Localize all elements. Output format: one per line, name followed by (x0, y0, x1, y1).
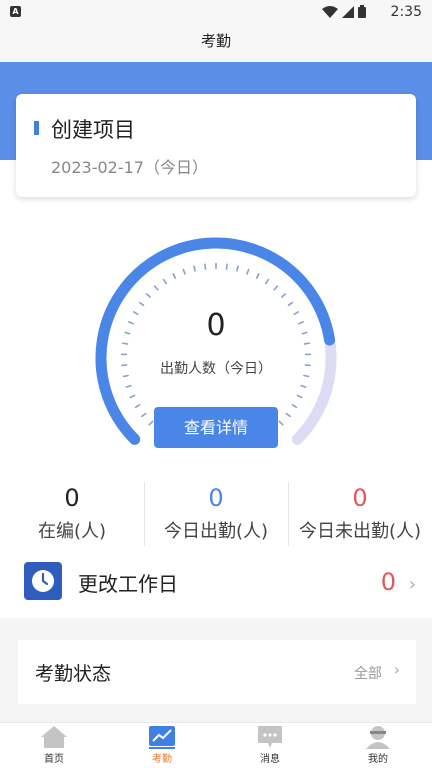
stat-enrolled[interactable]: 0 在编(人) (0, 478, 144, 550)
gauge-tick (291, 403, 298, 409)
user-icon (366, 726, 390, 749)
chevron-right-icon: › (408, 574, 416, 595)
stat-value: 0 (352, 484, 368, 512)
stat-value: 0 (208, 484, 224, 512)
project-date: 2023-02-17（今日） (51, 158, 208, 177)
gauge-tick (122, 342, 129, 345)
gauge-tick (138, 301, 145, 307)
signal-icon (342, 5, 354, 18)
tab-home[interactable]: 首页 (0, 723, 108, 768)
tab-label: 首页 (44, 754, 64, 765)
stat-value: 0 (64, 484, 80, 512)
project-name: 创建项目 (51, 118, 135, 142)
stat-label: 今日出勤(人) (163, 521, 269, 542)
gauge-tick (134, 403, 141, 409)
clock-icon (24, 562, 62, 600)
gauge-tick (300, 384, 307, 389)
status-time: 2:35 (390, 4, 422, 20)
title-bar: 考勤 (0, 24, 432, 62)
gauge-tick (172, 272, 177, 280)
battery-icon (358, 5, 366, 18)
tab-label: 消息 (260, 754, 280, 765)
attendance-count: 0 (206, 308, 226, 343)
tab-label: 考勤 (152, 754, 172, 765)
change-workday-label: 更改工作日 (78, 572, 178, 596)
gauge-tick (145, 292, 152, 299)
chart-icon (149, 726, 175, 749)
bottom-tab-bar: 首页 考勤 消息 我的 (0, 722, 432, 768)
gauge-tick (264, 278, 270, 285)
chevron-right-icon: › (393, 660, 400, 679)
gauge-tick (235, 265, 239, 272)
tab-messages[interactable]: 消息 (216, 723, 324, 768)
attendance-label: 出勤人数（今日） (160, 361, 272, 377)
gauge-tick (129, 394, 136, 399)
gauge-tick (225, 263, 228, 270)
gauge-tick (204, 263, 207, 270)
gauge-tick (193, 265, 197, 272)
gauge-tick (285, 412, 292, 418)
gauge-tick (278, 420, 284, 426)
stat-label: 今日未出勤(人) (298, 521, 422, 542)
gauge-tick (280, 292, 287, 299)
gauge-tick (140, 412, 147, 418)
gauge-tick (182, 268, 186, 275)
home-icon (41, 726, 67, 748)
gauge-tick (273, 285, 279, 291)
stats-row: 0 在编(人) 0 今日出勤(人) 0 今日未出勤(人) (0, 478, 432, 550)
gauge-tick (296, 394, 303, 399)
message-icon (258, 726, 282, 748)
page-title: 考勤 (200, 32, 231, 50)
gauge-tick (148, 420, 154, 426)
change-workday-count: 0 (380, 568, 396, 596)
wifi-icon (322, 5, 338, 18)
gauge-tick (125, 384, 132, 389)
gauge-tick (246, 268, 250, 275)
status-bar: A 2:35 (0, 0, 432, 24)
attendance-gauge: 0 出勤人数（今日） 查看详情 (90, 232, 342, 462)
attendance-status-filter[interactable]: 全部 (354, 663, 382, 683)
change-workday-row[interactable]: 更改工作日 0 › (0, 556, 432, 610)
view-details-button[interactable]: 查看详情 (154, 407, 278, 448)
project-card[interactable]: 创建项目 2023-02-17（今日） (16, 94, 416, 197)
stat-absent-today[interactable]: 0 今日未出勤(人) (288, 478, 432, 550)
gauge-tick (255, 272, 260, 280)
gauge-tick (303, 342, 310, 345)
project-accent-bar (34, 121, 39, 135)
gauge-tick (162, 278, 168, 285)
gauge-tick (153, 285, 159, 291)
attendance-status-title: 考勤状态 (35, 663, 112, 685)
tab-profile[interactable]: 我的 (324, 723, 432, 768)
app-notification-icon: A (10, 6, 21, 17)
status-icons (322, 5, 366, 18)
gauge-tick (287, 301, 294, 307)
stat-label: 在编(人) (37, 521, 107, 542)
tab-label: 我的 (368, 754, 388, 765)
tab-attendance[interactable]: 考勤 (108, 723, 216, 768)
stat-present-today[interactable]: 0 今日出勤(人) (144, 478, 288, 550)
attendance-status-card[interactable]: 考勤状态 全部 › (18, 640, 416, 704)
